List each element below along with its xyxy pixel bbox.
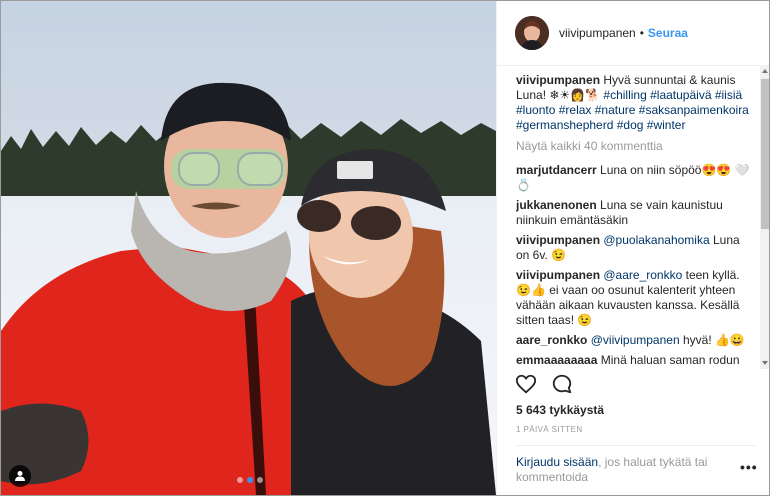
comments-scrollbar[interactable] — [760, 65, 769, 369]
comment-item: aare_ronkko @viivipumpanen hyvä! 👍😀 — [516, 333, 756, 348]
comment-button[interactable] — [551, 373, 573, 400]
hashtag-link[interactable]: #dog — [617, 118, 644, 132]
heart-icon — [515, 374, 537, 394]
post-header: viivipumpanen • Seuraa — [497, 1, 769, 66]
post-details-panel: viivipumpanen • Seuraa viivipumpanen Hyv… — [496, 1, 769, 495]
hashtag-link[interactable]: #saksanpaimenkoira — [639, 103, 749, 117]
post-photo[interactable] — [1, 1, 496, 495]
login-prompt: Kirjaudu sisään, jos haluat tykätä tai k… — [516, 455, 721, 485]
hashtag-link[interactable]: #nature — [595, 103, 636, 117]
caption: viivipumpanen Hyvä sunnuntai & kaunis Lu… — [516, 73, 756, 133]
comment-text: Minä haluan saman rodun — [600, 353, 740, 367]
post-author-username[interactable]: viivipumpanen — [559, 26, 636, 40]
comment-username[interactable]: viivipumpanen — [516, 268, 600, 282]
comment-bubble-icon — [552, 374, 572, 394]
tagged-users-button[interactable] — [9, 465, 31, 487]
avatar-image — [515, 16, 549, 50]
photo-image — [1, 1, 496, 495]
carousel-dot-active[interactable] — [247, 477, 253, 483]
avatar[interactable] — [515, 16, 549, 50]
scroll-down-arrow-icon[interactable] — [762, 361, 768, 365]
comments-list: viivipumpanen Hyvä sunnuntai & kaunis Lu… — [516, 73, 756, 369]
divider — [516, 445, 756, 446]
hashtag-link[interactable]: #germanshepherd — [516, 118, 613, 132]
comment-mention[interactable]: @aare_ronkko — [603, 268, 682, 282]
like-button[interactable] — [515, 373, 537, 400]
view-all-comments-link[interactable]: Näytä kaikki 40 kommenttia — [516, 139, 756, 154]
instagram-post-embed: viivipumpanen • Seuraa viivipumpanen Hyv… — [0, 0, 770, 496]
more-options-icon[interactable]: ••• — [740, 459, 758, 475]
comment-username[interactable]: emmaaaaaaaa — [516, 353, 597, 367]
comment-item: jukkanenonen Luna se vain kaunistuu niin… — [516, 198, 756, 228]
scroll-up-arrow-icon[interactable] — [762, 69, 768, 73]
carousel-dot[interactable] — [257, 477, 263, 483]
comment-item: viivipumpanen @puolakanahomika Luna on 6… — [516, 233, 756, 263]
header-separator: • — [639, 26, 644, 40]
post-timestamp[interactable]: 1 PÄIVÄ SITTEN — [516, 425, 583, 434]
comment-item: marjutdancerr Luna on niin söpöö😍😍 🤍💍 — [516, 163, 756, 193]
hashtag-link[interactable]: #winter — [647, 118, 686, 132]
comment-mention[interactable]: @puolakanahomika — [603, 233, 709, 247]
comment-username[interactable]: aare_ronkko — [516, 333, 587, 347]
hashtag-link[interactable]: #chilling — [603, 88, 646, 102]
comment-item: viivipumpanen @aare_ronkko teen kyllä. 😉… — [516, 268, 756, 328]
login-link[interactable]: Kirjaudu sisään — [516, 455, 598, 469]
hashtag-link[interactable]: #relax — [559, 103, 592, 117]
hashtag-link[interactable]: #luonto — [516, 103, 555, 117]
caption-username[interactable]: viivipumpanen — [516, 73, 600, 87]
comment-username[interactable]: marjutdancerr — [516, 163, 597, 177]
likes-count[interactable]: 5 643 tykkäystä — [516, 403, 604, 417]
comment-username[interactable]: viivipumpanen — [516, 233, 600, 247]
scrollbar-thumb[interactable] — [761, 79, 769, 229]
follow-button[interactable]: Seuraa — [648, 26, 688, 40]
hashtag-link[interactable]: #iisiä — [715, 88, 742, 102]
comment-username[interactable]: jukkanenonen — [516, 198, 597, 212]
hashtag-link[interactable]: #laatupäivä — [650, 88, 711, 102]
comment-mention[interactable]: @viivipumpanen — [591, 333, 680, 347]
carousel-dot[interactable] — [237, 477, 243, 483]
post-actions — [515, 373, 755, 400]
user-icon — [15, 471, 25, 481]
comment-item: emmaaaaaaaa Minä haluan saman rodun — [516, 353, 756, 368]
comment-text: hyvä! 👍😀 — [682, 333, 745, 347]
carousel-indicator — [237, 477, 263, 483]
